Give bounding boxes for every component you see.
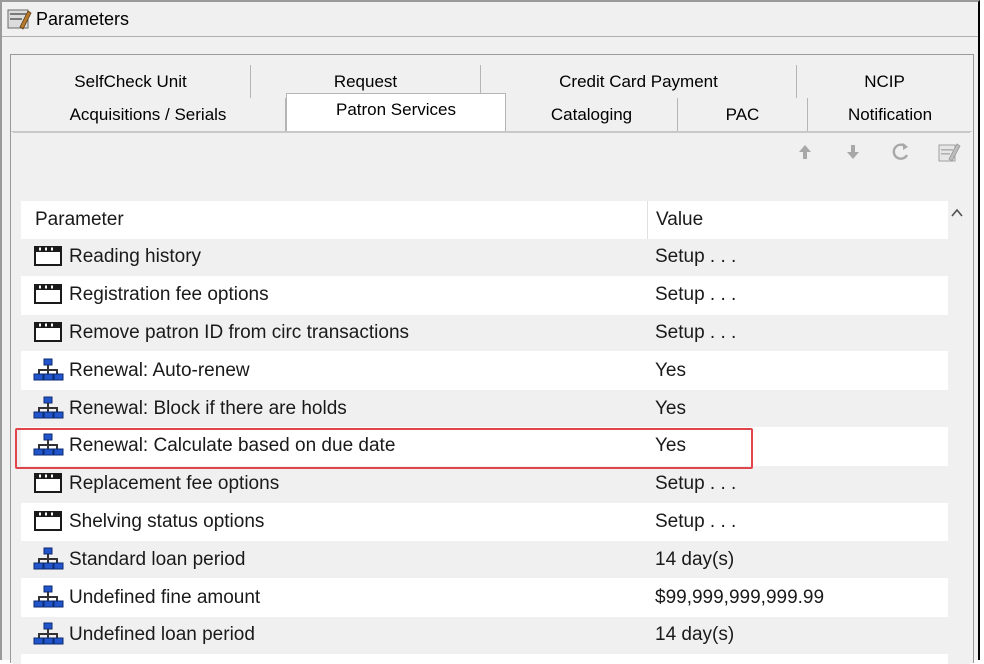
value-cell[interactable]: Setup . . .	[647, 511, 953, 533]
table-row[interactable]: Reading history Setup . . .	[21, 239, 953, 277]
network-icon	[33, 622, 69, 648]
value-cell[interactable]: 14 day(s)	[647, 624, 953, 646]
parameter-label: Undefined loan period	[69, 624, 255, 646]
parameter-label: Renewal: Calculate based on due date	[69, 435, 396, 457]
parameter-label: Remove patron ID from circ transactions	[69, 321, 410, 343]
parameter-cell: Remove patron ID from circ transactions	[21, 320, 647, 346]
parameter-label: Registration fee options	[69, 284, 269, 306]
network-icon	[33, 433, 69, 459]
arrow-down-icon	[847, 145, 859, 159]
tab-cataloging[interactable]: Cataloging	[506, 98, 678, 131]
value-cell[interactable]: Yes	[647, 435, 953, 457]
title-bar: Parameters	[2, 2, 978, 37]
parameter-cell: Registration fee options	[21, 282, 647, 308]
tab-selfcheck-unit[interactable]: SelfCheck Unit	[11, 65, 251, 98]
table-row[interactable]: Standard loan period 14 day(s)	[21, 541, 953, 580]
parameters-window-icon	[6, 7, 32, 31]
properties-button[interactable]	[934, 137, 964, 167]
parameter-cell: Replacement fee options	[21, 471, 647, 497]
move-up-button[interactable]	[790, 137, 820, 167]
column-header-value[interactable]: Value	[647, 201, 953, 239]
parameter-cell: Renewal: Auto-renew	[21, 358, 647, 384]
column-header-parameter[interactable]: Parameter	[21, 209, 647, 231]
folder-icon	[33, 509, 69, 535]
parameter-label: Replacement fee options	[69, 473, 280, 495]
value-cell[interactable]: Setup . . .	[647, 322, 953, 344]
table-row[interactable]: Shelving status options Setup . . .	[21, 503, 953, 542]
table-row[interactable]: Undefined loan period 14 day(s)	[21, 616, 953, 655]
parameter-cell: Renewal: Block if there are holds	[21, 396, 647, 422]
table-row[interactable]: Undefined fine amount $99,999,999,999.99	[21, 579, 953, 617]
toolbar	[790, 135, 964, 169]
value-cell[interactable]: $99,999,999,999.99	[647, 587, 953, 609]
tab-ncip[interactable]: NCIP	[797, 65, 972, 98]
grid-body: Reading history Setup . . . Registration f…	[21, 239, 953, 655]
parameter-cell: Renewal: Calculate based on due date	[21, 433, 647, 459]
parameters-window: Parameters SelfCheck Unit Request Credit…	[0, 0, 980, 664]
refresh-button[interactable]	[886, 137, 916, 167]
parameter-label: Undefined fine amount	[69, 586, 261, 608]
folder-icon	[33, 244, 69, 270]
network-icon	[33, 358, 69, 384]
tab-row-bottom: Acquisitions / Serials Patron Services C…	[11, 93, 972, 132]
tab-patron-services[interactable]: Patron Services	[286, 93, 506, 131]
parameter-label: Renewal: Auto-renew	[69, 359, 250, 381]
table-row[interactable]: Renewal: Calculate based on due date Yes	[21, 427, 953, 466]
properties-icon	[938, 143, 961, 162]
parameter-label: Standard loan period	[69, 548, 246, 570]
tab-pac[interactable]: PAC	[678, 98, 808, 131]
table-row[interactable]: Remove patron ID from circ transactions S…	[21, 314, 953, 353]
value-cell[interactable]: Setup . . .	[647, 473, 953, 495]
patron-services-content: Parameter Value Reading history Setup . .…	[13, 132, 970, 664]
parameter-cell: Standard loan period	[21, 547, 647, 573]
folder-icon	[33, 471, 69, 497]
scroll-up-icon[interactable]	[951, 207, 963, 219]
arrow-up-icon	[799, 145, 811, 159]
parameter-cell: Undefined loan period	[21, 622, 647, 648]
table-row[interactable]: Registration fee options Setup . . .	[21, 276, 953, 315]
refresh-icon	[892, 143, 909, 160]
table-row[interactable]: Renewal: Block if there are holds Yes	[21, 390, 953, 428]
move-down-button[interactable]	[838, 137, 868, 167]
parameter-label: Shelving status options	[69, 510, 265, 532]
value-cell[interactable]: Setup . . .	[647, 246, 953, 268]
grid-header: Parameter Value	[21, 201, 953, 239]
window-title: Parameters	[36, 8, 130, 29]
table-row[interactable]: Renewal: Auto-renew Yes	[21, 352, 953, 391]
table-row[interactable]: Replacement fee options Setup . . .	[21, 465, 953, 504]
parameter-cell: Undefined fine amount	[21, 585, 647, 611]
value-cell[interactable]: Yes	[647, 360, 953, 382]
tab-acquisitions-serials[interactable]: Acquisitions / Serials	[11, 98, 286, 131]
vertical-scrollbar[interactable]	[948, 201, 966, 664]
value-cell[interactable]: Yes	[647, 398, 953, 420]
tab-credit-card-payment[interactable]: Credit Card Payment	[481, 65, 797, 98]
tab-notification[interactable]: Notification	[808, 98, 972, 131]
tab-panel: SelfCheck Unit Request Credit Card Payme…	[10, 54, 974, 664]
network-icon	[33, 547, 69, 573]
parameter-label: Renewal: Block if there are holds	[69, 397, 347, 419]
value-cell[interactable]: 14 day(s)	[647, 549, 953, 571]
value-cell[interactable]: Setup . . .	[647, 284, 953, 306]
folder-icon	[33, 320, 69, 346]
parameters-grid: Parameter Value Reading history Setup . .…	[21, 201, 953, 664]
network-icon	[33, 396, 69, 422]
parameter-cell: Shelving status options	[21, 509, 647, 535]
network-icon	[33, 585, 69, 611]
folder-icon	[33, 282, 69, 308]
parameter-cell: Reading history	[21, 244, 647, 270]
parameter-label: Reading history	[69, 246, 202, 268]
